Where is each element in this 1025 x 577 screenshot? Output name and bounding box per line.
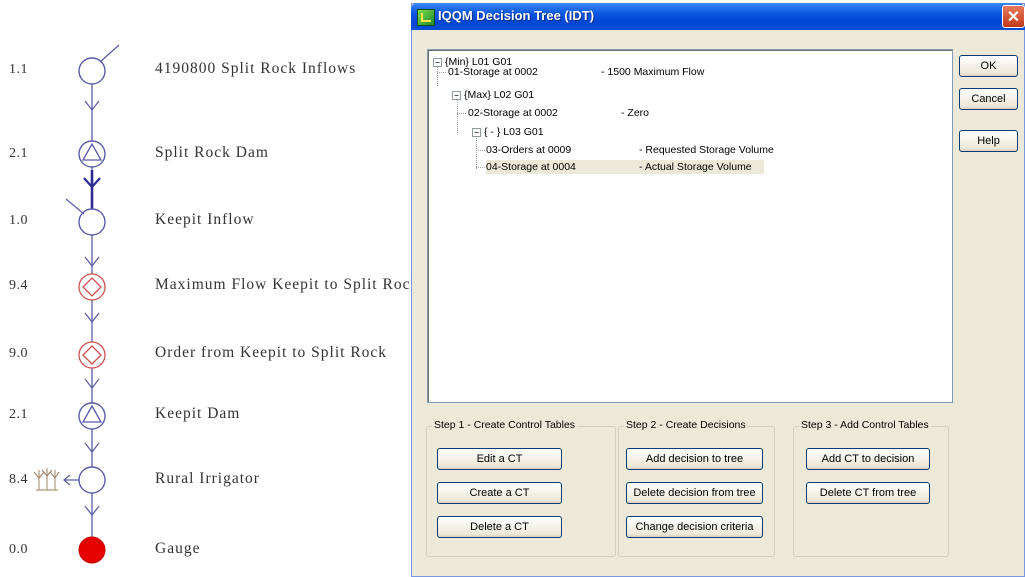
tree-node-label: 04-Storage at 0004: [486, 161, 576, 173]
create-ct-button[interactable]: Create a CT: [437, 482, 562, 504]
step1-group: Step 1 - Create Control Tables Edit a CT…: [426, 419, 616, 557]
irrigator-node-icon: [78, 466, 106, 494]
delete-decision-button[interactable]: Delete decision from tree: [626, 482, 763, 504]
tree-node[interactable]: 03-Orders at 0009 - Requested Storage Vo…: [486, 143, 816, 157]
node-label: 4190800 Split Rock Inflows: [155, 60, 357, 77]
tree-node-description: - Zero: [621, 107, 650, 119]
cancel-button[interactable]: Cancel: [959, 88, 1018, 110]
tree-node-label: {Max} L02 G01: [464, 89, 535, 101]
inflow-node-icon: [78, 57, 106, 85]
decision-tree-dialog: IQQM Decision Tree (IDT) ✕ − {Min} L01 G…: [411, 3, 1025, 577]
network-diagram: 1.1 4190800 Split Rock Inflows 2.1 Split…: [0, 0, 418, 577]
node-code: 9.4: [9, 278, 28, 293]
collapse-icon[interactable]: −: [472, 127, 481, 137]
tree-connector: [437, 72, 446, 73]
title-bar[interactable]: IQQM Decision Tree (IDT) ✕: [411, 3, 1025, 30]
tree-node-description: - Actual Storage Volume: [639, 161, 752, 173]
node-label: Maximum Flow Keepit to Split Rock: [155, 276, 420, 293]
node-label: Keepit Inflow: [155, 211, 255, 228]
tree-connector: [476, 136, 477, 169]
delete-ct-from-tree-button[interactable]: Delete CT from tree: [806, 482, 930, 504]
step3-title: Step 3 - Add Control Tables: [799, 419, 931, 431]
node-code: 0.0: [9, 542, 28, 557]
change-criteria-button[interactable]: Change decision criteria: [626, 516, 763, 538]
node-label: Split Rock Dam: [155, 144, 269, 161]
node-code: 1.0: [9, 213, 28, 228]
node-code: 9.0: [9, 346, 28, 361]
tree-connector: [476, 150, 485, 151]
node-code: 8.4: [9, 472, 28, 487]
tree-node-description: - 1500 Maximum Flow: [601, 66, 705, 78]
tree-node-label: 03-Orders at 0009: [486, 144, 572, 156]
node-label: Rural Irrigator: [155, 470, 260, 487]
node-label: Gauge: [155, 540, 201, 557]
inflow-arrow-icon: [65, 198, 85, 215]
window-title: IQQM Decision Tree (IDT): [438, 8, 595, 23]
tree-node[interactable]: 02-Storage at 0002 - Zero: [468, 106, 798, 120]
tree-node[interactable]: − { - } L03 G01: [472, 125, 544, 139]
collapse-icon[interactable]: −: [433, 57, 442, 67]
node-label: Order from Keepit to Split Rock: [155, 344, 388, 361]
add-ct-to-decision-button[interactable]: Add CT to decision: [806, 448, 930, 470]
add-decision-button[interactable]: Add decision to tree: [626, 448, 763, 470]
tree-node-label: 01-Storage at 0002: [448, 66, 538, 78]
tree-connector: [457, 113, 466, 114]
edit-ct-button[interactable]: Edit a CT: [437, 448, 562, 470]
tree-node[interactable]: − {Max} L02 G01: [452, 88, 534, 102]
gauge-node-icon: [78, 536, 106, 564]
ok-button[interactable]: OK: [959, 55, 1018, 77]
step1-title: Step 1 - Create Control Tables: [432, 419, 578, 431]
collapse-icon[interactable]: −: [452, 90, 461, 100]
app-icon: [417, 9, 435, 26]
step2-title: Step 2 - Create Decisions: [624, 419, 748, 431]
crop-icon: [33, 468, 60, 491]
node-code: 2.1: [9, 407, 28, 422]
node-code: 1.1: [9, 62, 28, 77]
help-button[interactable]: Help: [959, 130, 1018, 152]
node-label: Keepit Dam: [155, 405, 241, 422]
tree-node-description: - Requested Storage Volume: [639, 144, 774, 156]
step3-group: Step 3 - Add Control Tables Add CT to de…: [793, 419, 949, 557]
inflow-arrow-icon: [99, 44, 120, 63]
tree-node-label: { - } L03 G01: [484, 126, 544, 138]
decision-tree-view[interactable]: − {Min} L01 G01 01-Storage at 0002 - 150…: [427, 49, 953, 403]
node-code: 2.1: [9, 146, 28, 161]
tree-connector: [476, 167, 485, 168]
close-button[interactable]: ✕: [1002, 5, 1025, 28]
delete-ct-button[interactable]: Delete a CT: [437, 516, 562, 538]
tree-node[interactable]: 01-Storage at 0002 - 1500 Maximum Flow: [448, 65, 778, 79]
tree-node-selected[interactable]: 04-Storage at 0004 - Actual Storage Volu…: [486, 160, 764, 174]
tree-node-label: 02-Storage at 0002: [468, 107, 558, 119]
step2-group: Step 2 - Create Decisions Add decision t…: [618, 419, 775, 557]
